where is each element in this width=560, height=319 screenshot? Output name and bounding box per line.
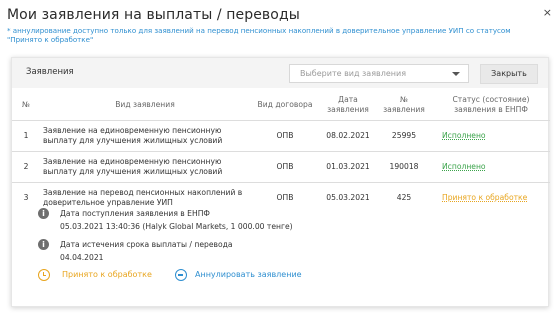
- status-badge[interactable]: Исполнено: [442, 131, 486, 140]
- row-contract: ОПВ: [250, 151, 320, 183]
- row-app-number: 190018: [376, 151, 432, 183]
- table-row[interactable]: 2 Заявление на единовременную пенсионную…: [12, 151, 550, 183]
- minus-circle-icon[interactable]: [175, 269, 187, 281]
- column-header-status: Статус (состояние) заявления в ЕНПФ: [432, 91, 550, 121]
- column-header-number: №: [12, 91, 40, 121]
- annulment-note: * аннулирование доступно только для заяв…: [7, 26, 511, 44]
- info-icon: i: [38, 208, 49, 219]
- expiry-date-text: Дата истечения срока выплаты / перевода …: [60, 239, 233, 264]
- row-type: Заявление на единовременную пенсионную в…: [40, 120, 250, 152]
- row-status-cell: Исполнено: [432, 151, 550, 183]
- close-button[interactable]: Закрыть: [480, 64, 538, 84]
- column-header-type: Вид заявления: [40, 91, 250, 121]
- column-header-date: Дата заявления: [320, 91, 376, 121]
- row-date: 01.03.2021: [320, 151, 376, 183]
- details-footer: Принято к обработке Аннулировать заявлен…: [38, 269, 538, 285]
- table-header-row: № Вид заявления Вид договора Дата заявле…: [12, 91, 550, 121]
- info-icon: i: [38, 239, 49, 250]
- receipt-date-label: Дата поступления заявления в ЕНПФ: [60, 209, 210, 218]
- expiry-date-label: Дата истечения срока выплаты / перевода: [60, 240, 233, 249]
- modal-title: Мои заявления на выплаты / переводы: [7, 7, 300, 23]
- panel-header: Заявления Выберите вид заявления Закрыть: [12, 58, 548, 88]
- column-header-contract: Вид договора: [250, 91, 320, 121]
- close-icon[interactable]: ×: [543, 6, 552, 19]
- cancel-application-link[interactable]: Аннулировать заявление: [195, 270, 302, 279]
- status-badge[interactable]: Исполнено: [442, 162, 486, 171]
- table-row[interactable]: 1 Заявление на единовременную пенсионную…: [12, 120, 550, 152]
- clock-icon: [38, 269, 50, 281]
- column-header-app-number: № заявления: [376, 91, 432, 121]
- row-status-cell: Исполнено: [432, 120, 550, 152]
- applications-table: № Вид заявления Вид договора Дата заявле…: [12, 91, 550, 213]
- receipt-date-value: 05.03.2021 13:40:36 (Halyk Global Market…: [60, 221, 293, 231]
- row-number: 1: [12, 120, 40, 152]
- row-app-number: 25995: [376, 120, 432, 152]
- applications-panel: Заявления Выберите вид заявления Закрыть…: [11, 57, 550, 307]
- application-type-select[interactable]: Выберите вид заявления: [289, 64, 469, 83]
- row-contract: ОПВ: [250, 120, 320, 152]
- receipt-date-text: Дата поступления заявления в ЕНПФ 05.03.…: [60, 208, 293, 233]
- panel-header-label: Заявления: [26, 67, 74, 77]
- footer-status-text: Принято к обработке: [62, 270, 152, 279]
- expiry-date-value: 04.04.2021: [60, 252, 104, 262]
- chevron-down-icon: [452, 72, 460, 76]
- row-type: Заявление на единовременную пенсионную в…: [40, 151, 250, 183]
- status-badge[interactable]: Принято к обработке: [442, 193, 527, 202]
- row-date: 08.02.2021: [320, 120, 376, 152]
- row-number: 2: [12, 151, 40, 183]
- select-placeholder: Выберите вид заявления: [300, 69, 407, 78]
